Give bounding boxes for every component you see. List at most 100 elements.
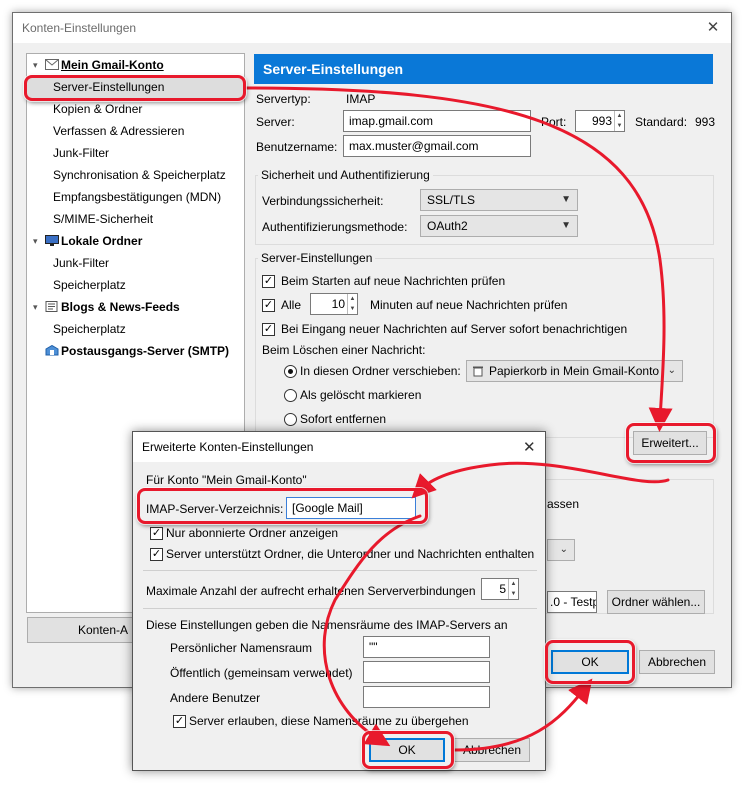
server-label: Server:: [256, 115, 295, 129]
mark-deleted-radio[interactable]: [284, 389, 297, 402]
partial-select[interactable]: ⌄: [547, 539, 575, 561]
allow-override-checkbox[interactable]: ✓: [173, 715, 186, 728]
tree-item-smtp[interactable]: Postausgangs-Server (SMTP): [27, 340, 244, 362]
public-namespace-label: Öffentlich (gemeinsam verwendet): [170, 666, 353, 680]
tree-item-copies-folders[interactable]: Kopien & Ordner: [27, 98, 244, 120]
select-value: OAuth2: [427, 219, 468, 233]
notify-checkbox[interactable]: ✓: [262, 323, 275, 336]
check-on-start-checkbox[interactable]: ✓: [262, 275, 275, 288]
username-label: Benutzername:: [256, 140, 338, 154]
tree-item-label: Verfassen & Adressieren: [53, 124, 185, 138]
cancel-button[interactable]: Abbrechen: [639, 650, 715, 674]
collapse-chevron-icon[interactable]: ▾: [33, 296, 38, 318]
tree-item-label: Kopien & Ordner: [53, 102, 143, 116]
imap-directory-label: IMAP-Server-Verzeichnis:: [146, 502, 284, 516]
dialog-ok-button[interactable]: OK: [369, 738, 445, 762]
server-input[interactable]: imap.gmail.com: [343, 110, 531, 132]
close-icon[interactable]: ✕: [523, 438, 536, 456]
tree-item-composition[interactable]: Verfassen & Adressieren: [27, 120, 244, 142]
max-connections-value: 5: [499, 582, 506, 596]
username-input[interactable]: max.muster@gmail.com: [343, 135, 531, 157]
separator: [143, 570, 537, 571]
other-users-input[interactable]: [363, 686, 490, 708]
remove-immediately-label: Sofort entfernen: [300, 412, 387, 426]
move-to-folder-radio[interactable]: [284, 365, 297, 378]
tree-item-local-junk[interactable]: Junk-Filter: [27, 252, 244, 274]
allow-override-label: Server erlauben, diese Namensräume zu üb…: [189, 714, 469, 728]
minutes-stepper[interactable]: 10 ▲ ▼: [310, 293, 358, 315]
port-value: 993: [591, 114, 612, 128]
tree-item-label: Speicherplatz: [53, 322, 126, 336]
ok-button[interactable]: OK: [551, 650, 629, 674]
port-stepper[interactable]: 993 ▲ ▼: [575, 110, 625, 132]
connection-security-label: Verbindungssicherheit:: [262, 194, 384, 208]
folders-support-checkbox[interactable]: ✓: [150, 548, 163, 561]
tree-item-server-settings[interactable]: Server-Einstellungen: [27, 76, 244, 98]
partial-folder-field[interactable]: .0 - Testp: [547, 591, 597, 613]
collapse-chevron-icon[interactable]: ▾: [33, 54, 38, 76]
port-label: Port:: [541, 115, 567, 129]
tree-item-label: Blogs & News-Feeds: [61, 300, 180, 314]
personal-namespace-input[interactable]: "": [363, 636, 490, 658]
tree-account-blogs[interactable]: ▾ Blogs & News-Feeds: [27, 296, 244, 318]
tree-account-gmail[interactable]: ▾ Mein Gmail-Konto: [27, 54, 244, 76]
stepper-arrows-icon[interactable]: ▲ ▼: [347, 294, 357, 314]
tree-item-label: Speicherplatz: [53, 278, 126, 292]
server-type-value: IMAP: [346, 92, 376, 106]
advanced-settings-dialog: Erweiterte Konten-Einstellungen ✕ Für Ko…: [132, 431, 546, 771]
tree-item-label: Lokale Ordner: [61, 234, 143, 248]
tree-item-label: Empfangsbestätigungen (MDN): [53, 190, 222, 204]
trash-icon: [473, 366, 483, 377]
standard-label: Standard:: [635, 115, 688, 129]
separator: [143, 608, 537, 609]
tree-account-local-folders[interactable]: ▾ Lokale Ordner: [27, 230, 244, 252]
account-line: Für Konto "Mein Gmail-Konto": [146, 473, 307, 487]
mark-deleted-label: Als gelöscht markieren: [300, 388, 422, 402]
select-value: SSL/TLS: [427, 193, 476, 207]
max-connections-stepper[interactable]: 5 ▲ ▼: [481, 578, 519, 600]
advanced-button[interactable]: Erweitert...: [633, 431, 707, 455]
trash-folder-select[interactable]: Papierkorb in Mein Gmail-Konto ⌄: [466, 360, 683, 382]
connection-security-select[interactable]: SSL/TLS ▼: [420, 189, 578, 211]
minutes-value: 10: [331, 297, 345, 311]
tree-item-receipts[interactable]: Empfangsbestätigungen (MDN): [27, 186, 244, 208]
tree-item-smime[interactable]: S/MIME-Sicherheit: [27, 208, 244, 230]
mail-account-icon: [45, 59, 59, 70]
check-every-checkbox[interactable]: ✓: [262, 299, 275, 312]
tree-item-label: Postausgangs-Server (SMTP): [61, 344, 230, 358]
choose-folder-button[interactable]: Ordner wählen...: [607, 590, 705, 614]
tree-item-label: Junk-Filter: [53, 256, 110, 270]
tree-item-label: S/MIME-Sicherheit: [53, 212, 154, 226]
window-title: Konten-Einstellungen: [22, 21, 137, 35]
chevron-down-icon: ⌄: [667, 365, 676, 376]
tree-item-junk-filter[interactable]: Junk-Filter: [27, 142, 244, 164]
subscribed-only-checkbox[interactable]: ✓: [150, 527, 163, 540]
server-settings-group-title: Server-Einstellungen: [258, 251, 376, 265]
server-type-label: Servertyp:: [256, 92, 311, 106]
max-connections-label: Maximale Anzahl der aufrecht erhaltenen …: [146, 584, 476, 598]
tree-item-local-storage[interactable]: Speicherplatz: [27, 274, 244, 296]
stepper-arrows-icon[interactable]: ▲ ▼: [614, 111, 624, 131]
minutes-label: Minuten auf neue Nachrichten prüfen: [370, 298, 568, 312]
imap-directory-input[interactable]: [Google Mail]: [286, 497, 416, 519]
delete-label: Beim Löschen einer Nachricht:: [262, 343, 426, 357]
tree-item-blog-storage[interactable]: Speicherplatz: [27, 318, 244, 340]
chevron-down-icon: ▼: [561, 220, 571, 231]
close-icon[interactable]: ✕: [703, 18, 723, 38]
title-bar: Konten-Einstellungen ✕: [13, 13, 731, 43]
remove-immediately-radio[interactable]: [284, 413, 297, 426]
other-users-label: Andere Benutzer: [170, 691, 261, 705]
auth-method-select[interactable]: OAuth2 ▼: [420, 215, 578, 237]
tree-item-label: Synchronisation & Speicherplatz: [53, 168, 226, 182]
security-group-title: Sicherheit und Authentifizierung: [258, 168, 433, 182]
dialog-cancel-button[interactable]: Abbrechen: [454, 738, 530, 762]
tree-item-label: Mein Gmail-Konto: [61, 58, 164, 72]
tree-item-sync-storage[interactable]: Synchronisation & Speicherplatz: [27, 164, 244, 186]
partial-text: assen: [547, 497, 580, 511]
chevron-down-icon: ▼: [561, 194, 571, 205]
collapse-chevron-icon[interactable]: ▾: [33, 230, 38, 252]
stepper-arrows-icon[interactable]: ▲ ▼: [508, 579, 518, 599]
public-namespace-input[interactable]: [363, 661, 490, 683]
folders-support-label: Server unterstützt Ordner, die Unterordn…: [166, 547, 535, 561]
dialog-title-bar: Erweiterte Konten-Einstellungen ✕: [133, 432, 545, 462]
